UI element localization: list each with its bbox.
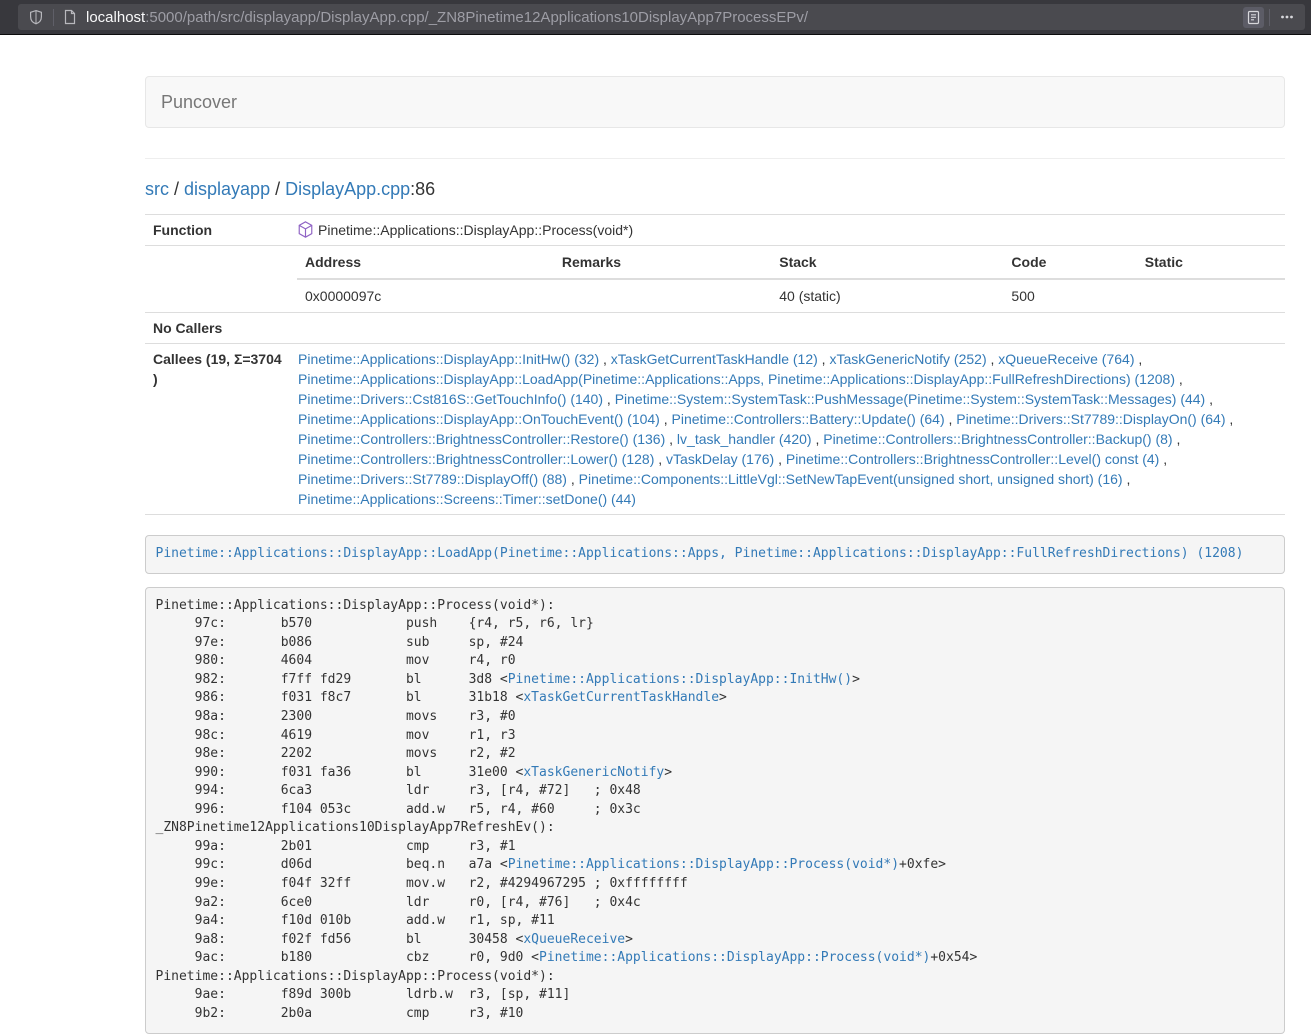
callee-link[interactable]: xQueueReceive (764)	[998, 351, 1134, 367]
function-row-label: Function	[145, 215, 290, 246]
callee-link[interactable]: Pinetime::Controllers::BrightnessControl…	[786, 451, 1159, 467]
breadcrumb-link[interactable]: DisplayApp.cpp	[285, 179, 410, 199]
callee-link[interactable]: Pinetime::Drivers::St7789::DisplayOff() …	[298, 471, 567, 487]
callees-row-label: Callees (19, Σ=3704 )	[145, 344, 290, 515]
navbar: Puncover	[145, 76, 1285, 128]
symbol-table: Function Pinetime::Applications::Display…	[145, 214, 1285, 515]
column-header-remarks: Remarks	[554, 246, 771, 279]
callees-row: Callees (19, Σ=3704 ) Pinetime::Applicat…	[145, 344, 1285, 515]
url-text[interactable]: localhost:5000/path/src/displayapp/Displ…	[86, 9, 1243, 26]
stat-stack: 40 (static)	[771, 279, 1003, 312]
callees-cell: Pinetime::Applications::DisplayApp::Init…	[290, 344, 1285, 515]
reader-mode-icon[interactable]	[1243, 7, 1264, 28]
breadcrumb-separator: /	[169, 179, 184, 199]
callee-link[interactable]: Pinetime::Applications::DisplayApp::Load…	[298, 371, 1175, 387]
package-icon	[298, 220, 313, 240]
empty-row-label	[145, 246, 290, 313]
breadcrumb: src / displayapp / DisplayApp.cpp:86	[145, 177, 1285, 202]
function-row: Function Pinetime::Applications::Display…	[145, 215, 1285, 246]
asm-symbol-link[interactable]: xQueueReceive	[523, 932, 625, 947]
callee-link[interactable]: Pinetime::Applications::DisplayApp::Init…	[298, 351, 599, 367]
callee-link[interactable]: xTaskGenericNotify (252)	[829, 351, 986, 367]
stat-code: 500	[1003, 279, 1136, 312]
callee-link[interactable]: Pinetime::Applications::DisplayApp::OnTo…	[298, 411, 660, 427]
stat-remarks	[554, 279, 771, 312]
callee-link[interactable]: Pinetime::System::SystemTask::PushMessag…	[615, 391, 1206, 407]
breadcrumb-link[interactable]: displayapp	[184, 179, 270, 199]
url-host: localhost	[86, 9, 145, 26]
stats-table: AddressRemarksStackCodeStatic 0x0000097c…	[297, 246, 1285, 312]
column-header-code: Code	[1003, 246, 1136, 279]
callers-cell	[290, 313, 1285, 344]
divider-rule	[145, 158, 1285, 159]
callee-link[interactable]: Pinetime::Controllers::BrightnessControl…	[298, 451, 654, 467]
column-header-address: Address	[297, 246, 554, 279]
shield-icon[interactable]	[24, 9, 48, 25]
asm-symbol-link[interactable]: Pinetime::Applications::DisplayApp::Init…	[508, 672, 852, 687]
toolbar-divider	[1269, 9, 1270, 26]
url-bar[interactable]: localhost:5000/path/src/displayapp/Displ…	[18, 4, 1305, 30]
stats-values-row: 0x0000097c 40 (static)500	[297, 279, 1285, 312]
callee-link[interactable]: Pinetime::Components::LittleVgl::SetNewT…	[579, 471, 1123, 487]
callee-link[interactable]: Pinetime::Controllers::BrightnessControl…	[823, 431, 1172, 447]
function-name: Pinetime::Applications::DisplayApp::Proc…	[318, 222, 633, 238]
callee-link[interactable]: Pinetime::Controllers::BrightnessControl…	[298, 431, 665, 447]
function-cell: Pinetime::Applications::DisplayApp::Proc…	[290, 215, 1285, 246]
callers-row: No Callers	[145, 313, 1285, 344]
callers-row-label: No Callers	[145, 313, 290, 344]
browser-toolbar: localhost:5000/path/src/displayapp/Displ…	[0, 0, 1311, 35]
stat-address: 0x0000097c	[297, 279, 554, 312]
breadcrumb-link[interactable]: src	[145, 179, 169, 199]
overflow-menu-icon[interactable]	[1275, 9, 1299, 25]
column-header-stack: Stack	[771, 246, 1003, 279]
asm-symbol-link[interactable]: xTaskGetCurrentTaskHandle	[523, 690, 719, 705]
page-content: Puncover src / displayapp / DisplayApp.c…	[145, 76, 1285, 1034]
breadcrumb-separator: /	[270, 179, 285, 199]
symbol-snippet: Pinetime::Applications::DisplayApp::Load…	[145, 535, 1285, 574]
callee-link[interactable]: vTaskDelay (176)	[666, 451, 774, 467]
callee-link[interactable]: xTaskGetCurrentTaskHandle (12)	[611, 351, 818, 367]
callee-link[interactable]: Pinetime::Applications::Screens::Timer::…	[298, 491, 636, 507]
assembly-listing: Pinetime::Applications::DisplayApp::Proc…	[145, 587, 1285, 1034]
callee-link[interactable]: lv_task_handler (420)	[677, 431, 812, 447]
asm-symbol-link[interactable]: xTaskGenericNotify	[523, 765, 664, 780]
column-header-static: Static	[1137, 246, 1285, 279]
line-number: :86	[410, 179, 435, 199]
stats-cell: AddressRemarksStackCodeStatic 0x0000097c…	[290, 246, 1285, 313]
callee-link[interactable]: Pinetime::Drivers::St7789::DisplayOn() (…	[956, 411, 1225, 427]
stats-row: AddressRemarksStackCodeStatic 0x0000097c…	[145, 246, 1285, 313]
snippet-link[interactable]: Pinetime::Applications::DisplayApp::Load…	[156, 546, 1244, 561]
brand-link[interactable]: Puncover	[146, 77, 252, 127]
callee-link[interactable]: Pinetime::Drivers::Cst816S::GetTouchInfo…	[298, 391, 603, 407]
asm-symbol-link[interactable]: Pinetime::Applications::DisplayApp::Proc…	[508, 857, 899, 872]
stats-header-row: AddressRemarksStackCodeStatic	[297, 246, 1285, 279]
toolbar-divider	[53, 9, 54, 26]
callee-link[interactable]: Pinetime::Controllers::Battery::Update()…	[672, 411, 945, 427]
url-path: :5000/path/src/displayapp/DisplayApp.cpp…	[145, 9, 808, 26]
asm-symbol-link[interactable]: Pinetime::Applications::DisplayApp::Proc…	[539, 950, 930, 965]
page-icon[interactable]	[59, 9, 81, 25]
stat-static	[1137, 279, 1285, 312]
